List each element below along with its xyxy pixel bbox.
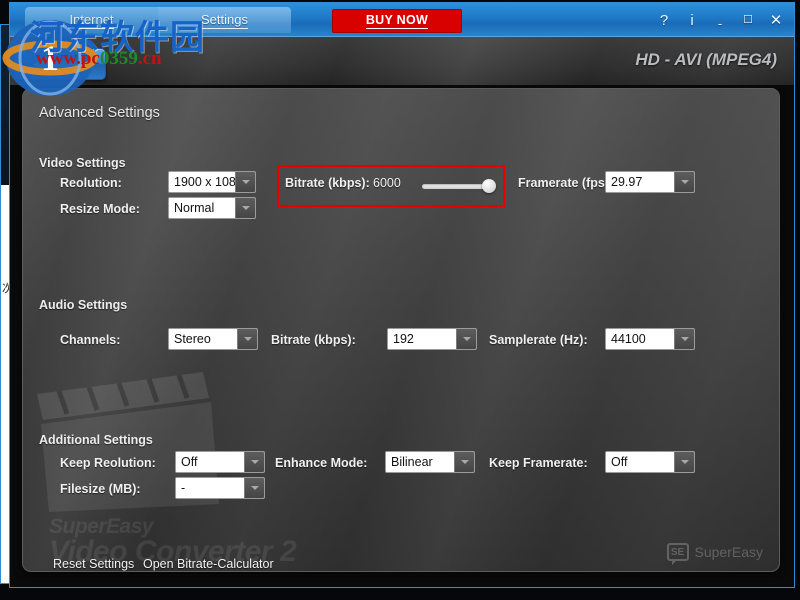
supereasy-logo-text: SuperEasy bbox=[694, 544, 763, 560]
group-title-audio: Audio Settings bbox=[39, 298, 128, 312]
chevron-down-icon bbox=[235, 172, 255, 192]
label-enhance-mode: Enhance Mode: bbox=[275, 456, 368, 470]
back-arrow-icon bbox=[32, 55, 90, 75]
buy-now-label: BUY NOW bbox=[365, 13, 429, 29]
resolution-value: 1900 x 1080 bbox=[169, 172, 235, 192]
chevron-down-icon bbox=[244, 478, 264, 498]
resize-mode-combobox[interactable]: Normal bbox=[168, 197, 256, 219]
resolution-combobox[interactable]: 1900 x 1080 bbox=[168, 171, 256, 193]
output-format-label: HD - AVI (MPEG4) bbox=[635, 50, 777, 69]
chevron-down-icon bbox=[456, 329, 476, 349]
tab-settings[interactable]: Settings bbox=[158, 7, 291, 33]
chevron-down-icon bbox=[674, 172, 694, 192]
close-button[interactable]: ✕ bbox=[769, 13, 783, 28]
label-filesize: Filesize (MB): bbox=[60, 482, 141, 496]
tab-settings-label: Settings bbox=[201, 11, 248, 29]
filesize-combobox[interactable]: - bbox=[175, 477, 265, 499]
video-bitrate-value: 6000 bbox=[373, 176, 401, 190]
buy-now-button[interactable]: BUY NOW bbox=[332, 9, 462, 33]
audio-bitrate-value: 192 bbox=[388, 329, 456, 349]
supereasy-logo: SE SuperEasy bbox=[666, 543, 763, 565]
maximize-button[interactable]: ☐ bbox=[741, 14, 755, 26]
tab-internet[interactable]: Internet bbox=[25, 7, 158, 33]
chevron-down-icon bbox=[237, 329, 257, 349]
keep-framerate-combobox[interactable]: Off bbox=[605, 451, 695, 473]
label-resize-mode: Resize Mode: bbox=[60, 202, 140, 216]
group-title-additional: Additional Settings bbox=[39, 433, 153, 447]
framerate-value: 29.97 bbox=[606, 172, 674, 192]
advanced-settings-panel: SuperEasy Video Converter 2 Advanced Set… bbox=[22, 88, 780, 572]
label-framerate: Framerate (fps): bbox=[518, 176, 614, 190]
chevron-down-icon bbox=[244, 452, 264, 472]
titlebar: Internet Settings BUY NOW ? i - ☐ ✕ bbox=[10, 3, 795, 37]
minimize-button[interactable]: - bbox=[713, 17, 727, 30]
keep-framerate-value: Off bbox=[606, 452, 674, 472]
resize-mode-value: Normal bbox=[169, 198, 235, 218]
supereasy-badge-icon: SE bbox=[666, 543, 689, 565]
back-button[interactable] bbox=[14, 48, 106, 80]
label-keep-framerate: Keep Framerate: bbox=[489, 456, 588, 470]
label-channels: Channels: bbox=[60, 333, 121, 347]
brand-watermark-top: SuperEasy bbox=[49, 515, 154, 538]
page-title: Advanced Settings bbox=[39, 105, 160, 121]
info-button[interactable]: i bbox=[685, 13, 699, 28]
channels-combobox[interactable]: Stereo bbox=[168, 328, 258, 350]
framerate-combobox[interactable]: 29.97 bbox=[605, 171, 695, 193]
keep-resolution-combobox[interactable]: Off bbox=[175, 451, 265, 473]
label-audio-bitrate: Bitrate (kbps): bbox=[271, 333, 356, 347]
label-keep-resolution: Keep Reolution: bbox=[60, 456, 156, 470]
window-controls: ? i - ☐ ✕ bbox=[657, 3, 783, 37]
keep-resolution-value: Off bbox=[176, 452, 244, 472]
tab-internet-label: Internet bbox=[69, 11, 114, 29]
video-bitrate-slider[interactable] bbox=[422, 179, 496, 193]
label-resolution: Reolution: bbox=[60, 176, 122, 190]
chevron-down-icon bbox=[674, 329, 694, 349]
chevron-down-icon bbox=[235, 198, 255, 218]
audio-bitrate-combobox[interactable]: 192 bbox=[387, 328, 477, 350]
slider-thumb[interactable] bbox=[482, 179, 496, 193]
enhance-mode-value: Bilinear bbox=[386, 452, 454, 472]
tabstrip: Internet Settings bbox=[25, 7, 291, 33]
open-bitrate-calculator-link[interactable]: Open Bitrate-Calculator bbox=[143, 557, 274, 571]
label-video-bitrate: Bitrate (kbps): bbox=[285, 176, 370, 190]
chevron-down-icon bbox=[454, 452, 474, 472]
filesize-value: - bbox=[176, 478, 244, 498]
samplerate-combobox[interactable]: 44100 bbox=[605, 328, 695, 350]
channels-value: Stereo bbox=[169, 329, 237, 349]
enhance-mode-combobox[interactable]: Bilinear bbox=[385, 451, 475, 473]
application-window: 次 Internet Settings BUY NOW ? i - ☐ ✕ HD… bbox=[0, 0, 800, 600]
chevron-down-icon bbox=[674, 452, 694, 472]
slider-track bbox=[422, 184, 488, 189]
label-samplerate: Samplerate (Hz): bbox=[489, 333, 588, 347]
header-strip: HD - AVI (MPEG4) bbox=[10, 37, 795, 85]
group-title-video: Video Settings bbox=[39, 156, 126, 170]
reset-settings-link[interactable]: Reset Settings bbox=[53, 557, 134, 571]
help-button[interactable]: ? bbox=[657, 13, 671, 28]
samplerate-value: 44100 bbox=[606, 329, 674, 349]
